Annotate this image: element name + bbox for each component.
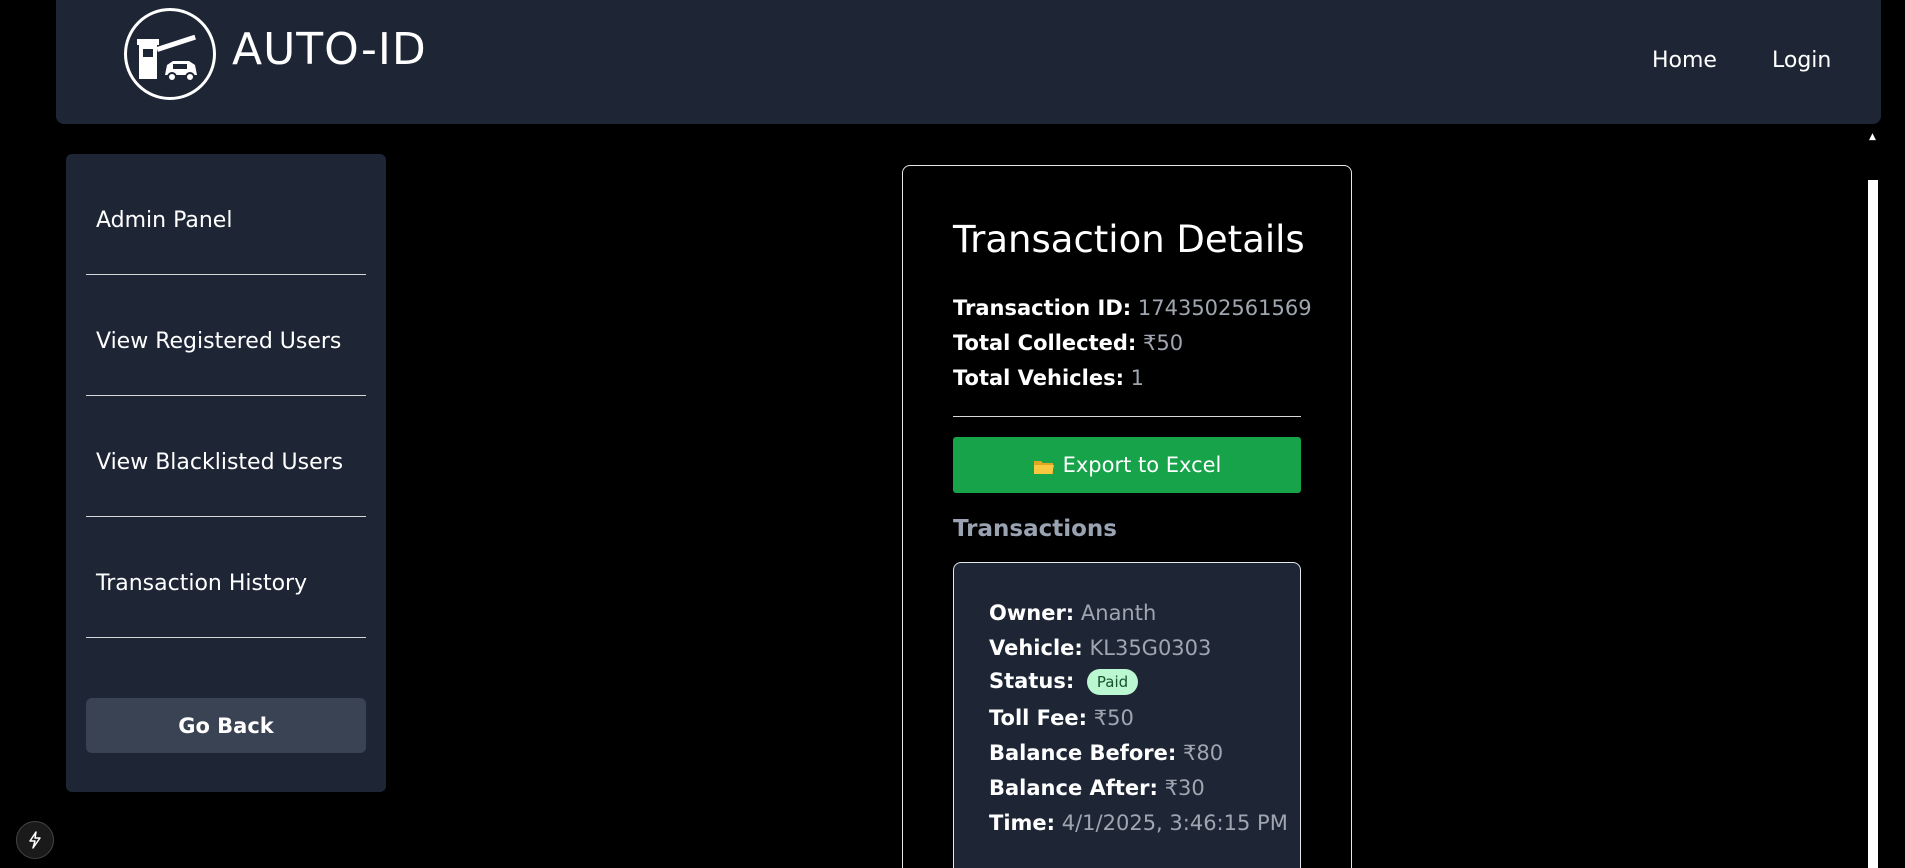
page-title: Transaction Details xyxy=(953,218,1305,261)
owner-row: Owner: Ananth xyxy=(989,601,1156,625)
top-navbar: AUTO-ID Home Login xyxy=(56,0,1881,124)
logo-toll-gate-icon[interactable] xyxy=(124,8,216,100)
scroll-up-arrow-icon[interactable]: ▲ xyxy=(1869,132,1876,142)
toll-fee-row: Toll Fee: ₹50 xyxy=(989,706,1134,730)
scrollbar[interactable] xyxy=(1868,180,1878,868)
transaction-details-card: Transaction Details Transaction ID: 1743… xyxy=(902,165,1352,868)
nav-home-link[interactable]: Home xyxy=(1652,48,1717,73)
sidebar-item-label: View Registered Users xyxy=(96,329,342,354)
sidebar: Admin Panel View Registered Users View B… xyxy=(66,154,386,792)
vehicle-row: Vehicle: KL35G0303 xyxy=(989,636,1211,660)
total-vehicles-row: Total Vehicles: 1 xyxy=(953,366,1144,390)
time-row: Time: 4/1/2025, 3:46:15 PM xyxy=(989,811,1288,835)
balance-before-row: Balance Before: ₹80 xyxy=(989,741,1223,765)
vehicle-label: Vehicle: xyxy=(989,636,1083,660)
vehicle-value: KL35G0303 xyxy=(1089,636,1212,660)
balance-before-label: Balance Before: xyxy=(989,741,1177,765)
status-row: Status: Paid xyxy=(989,669,1139,695)
time-label: Time: xyxy=(989,811,1056,835)
total-vehicles-label: Total Vehicles: xyxy=(953,366,1124,390)
transactions-heading: Transactions xyxy=(953,516,1117,542)
sidebar-item-label: View Blacklisted Users xyxy=(96,450,344,475)
balance-after-row: Balance After: ₹30 xyxy=(989,776,1205,800)
total-vehicles-value: 1 xyxy=(1130,366,1145,390)
nav-login-link[interactable]: Login xyxy=(1772,48,1831,73)
transaction-id-value: 1743502561569 xyxy=(1137,296,1312,320)
export-to-excel-button[interactable]: Export to Excel xyxy=(953,437,1301,493)
status-label: Status: xyxy=(989,669,1075,693)
sidebar-item-label: Admin Panel xyxy=(96,208,233,233)
status-badge: Paid xyxy=(1086,669,1139,695)
owner-value: Ananth xyxy=(1080,601,1157,625)
lightning-bolt-icon[interactable] xyxy=(16,821,54,859)
sidebar-item-blacklisted-users[interactable]: View Blacklisted Users xyxy=(86,396,366,517)
sidebar-item-admin-panel[interactable]: Admin Panel xyxy=(86,154,366,275)
balance-before-value: ₹80 xyxy=(1183,741,1224,765)
owner-label: Owner: xyxy=(989,601,1075,625)
time-value: 4/1/2025, 3:46:15 PM xyxy=(1061,811,1288,835)
export-label: Export to Excel xyxy=(1062,453,1222,477)
sidebar-item-label: Transaction History xyxy=(96,571,308,596)
sidebar-item-registered-users[interactable]: View Registered Users xyxy=(86,275,366,396)
total-collected-row: Total Collected: ₹50 xyxy=(953,331,1183,355)
total-collected-value: ₹50 xyxy=(1143,331,1184,355)
sidebar-item-transaction-history[interactable]: Transaction History xyxy=(86,517,366,638)
transaction-id-label: Transaction ID: xyxy=(953,296,1132,320)
transaction-id-row: Transaction ID: 1743502561569 xyxy=(953,296,1312,320)
divider xyxy=(953,416,1301,417)
go-back-button[interactable]: Go Back xyxy=(86,698,366,753)
balance-after-value: ₹30 xyxy=(1164,776,1205,800)
folder-icon xyxy=(1033,457,1055,474)
toll-fee-value: ₹50 xyxy=(1093,706,1134,730)
toll-fee-label: Toll Fee: xyxy=(989,706,1088,730)
brand-title: AUTO-ID xyxy=(232,24,427,75)
transaction-item: Owner: Ananth Vehicle: KL35G0303 Status:… xyxy=(953,562,1301,868)
total-collected-label: Total Collected: xyxy=(953,331,1137,355)
balance-after-label: Balance After: xyxy=(989,776,1158,800)
